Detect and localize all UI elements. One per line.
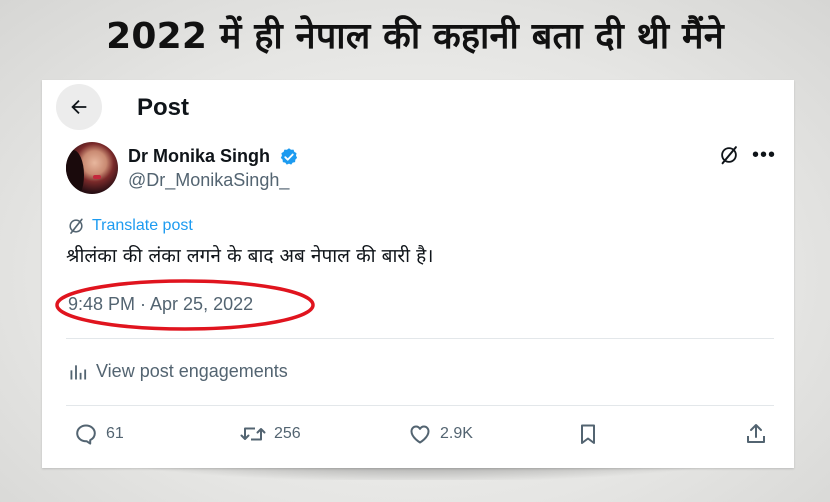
reply-icon <box>76 424 96 445</box>
translate-post-label: Translate post <box>92 217 193 234</box>
page-title: Post <box>137 94 190 121</box>
grok-icon[interactable] <box>718 144 740 166</box>
repost-count: 256 <box>274 425 301 442</box>
heart-icon <box>410 425 430 444</box>
repost-icon <box>240 427 266 441</box>
bookmark-button[interactable] <box>576 422 600 446</box>
bookmark-icon <box>581 424 595 444</box>
divider <box>66 338 774 339</box>
repost-button[interactable]: 256 <box>240 422 301 446</box>
author-handle[interactable]: @Dr_MonikaSingh_ <box>128 170 289 191</box>
view-engagements-label: View post engagements <box>96 361 288 381</box>
reply-count: 61 <box>106 425 124 442</box>
divider <box>66 405 774 406</box>
verified-badge-icon[interactable] <box>279 147 299 167</box>
like-button[interactable]: 2.9K <box>408 422 473 446</box>
translate-post-link[interactable]: Translate post <box>66 216 193 236</box>
post-text: श्रीलंका की लंका लगने के बाद अब नेपाल की… <box>66 245 434 267</box>
like-count: 2.9K <box>440 425 473 442</box>
more-options-icon[interactable]: ••• <box>752 145 776 165</box>
highlight-circle <box>55 279 315 331</box>
reply-button[interactable]: 61 <box>74 422 124 446</box>
bar-chart-icon <box>70 364 87 379</box>
view-engagements-link[interactable]: View post engagements <box>68 361 288 382</box>
headline: 2022 में ही नेपाल की कहानी बता दी थी मैं… <box>106 16 724 57</box>
arrow-left-icon <box>71 99 87 115</box>
post-card: Post Dr Monika Singh @Dr_MonikaSingh_ ••… <box>42 80 794 468</box>
share-button[interactable] <box>744 422 768 446</box>
author-name[interactable]: Dr Monika Singh <box>128 146 270 167</box>
grok-translate-icon <box>69 218 83 234</box>
back-button[interactable] <box>56 84 102 130</box>
share-icon <box>747 424 765 443</box>
avatar-hair <box>66 150 84 194</box>
avatar-lip <box>93 175 101 179</box>
avatar[interactable] <box>66 142 118 194</box>
